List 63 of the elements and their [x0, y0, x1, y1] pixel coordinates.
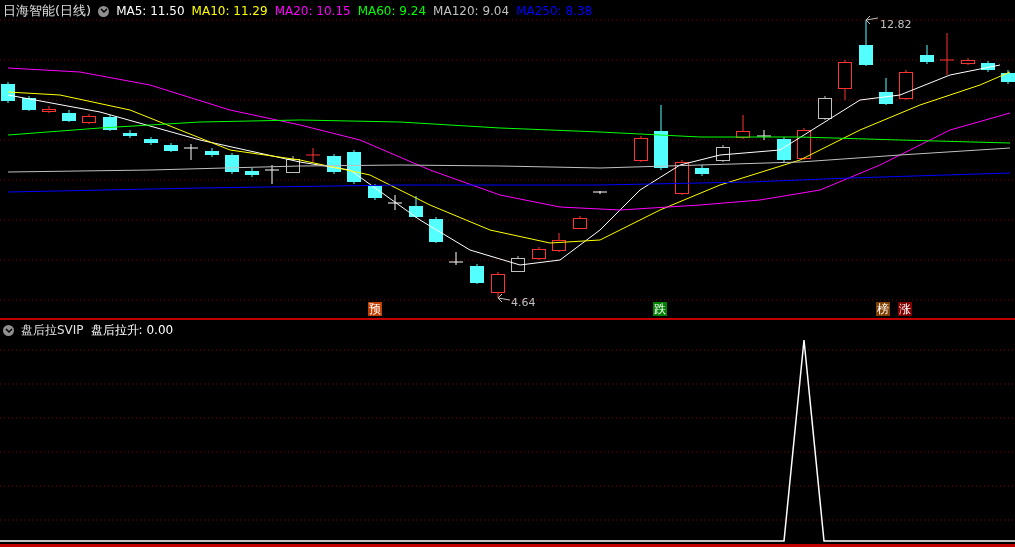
candlestick — [123, 129, 137, 139]
candlestick — [205, 147, 219, 158]
candlestick — [675, 159, 689, 196]
candlestick — [305, 147, 321, 163]
candlestick — [777, 136, 791, 163]
signal-tag: 榜 — [876, 302, 890, 316]
candlestick — [144, 136, 158, 146]
candlestick — [961, 57, 975, 66]
candlestick — [82, 113, 96, 125]
moving-average-value: MA250: 8.38 — [516, 4, 593, 18]
candlestick — [387, 194, 403, 211]
candlestick — [859, 19, 873, 67]
high-price-label: 12.82 — [880, 18, 912, 31]
candlestick — [920, 44, 934, 65]
candlestick — [183, 143, 199, 161]
candlestick — [429, 216, 443, 244]
moving-average-value: MA60: 9.24 — [357, 4, 427, 18]
candlestick — [552, 232, 566, 253]
signal-tag: 涨 — [898, 302, 912, 316]
candlestick — [797, 127, 811, 161]
candlestick — [448, 251, 464, 266]
candlestick — [899, 69, 913, 101]
signal-tag: 预 — [368, 302, 382, 316]
candlestick — [736, 114, 750, 140]
candlestick — [470, 263, 484, 285]
candlestick — [42, 105, 56, 114]
candlestick — [491, 271, 505, 299]
moving-average-value: MA10: 11.29 — [191, 4, 268, 18]
moving-average-value: MA120: 9.04 — [433, 4, 510, 18]
candlestick — [695, 164, 709, 177]
candlestick — [879, 77, 893, 106]
collapse-icon[interactable] — [3, 325, 14, 336]
indicator-name: 盘后拉SVIP — [21, 322, 84, 339]
candlestick — [347, 149, 361, 185]
candlestick — [939, 32, 955, 76]
candlestick — [245, 167, 259, 178]
candlestick — [573, 215, 587, 230]
candlestick — [592, 190, 608, 195]
moving-average-value: MA20: 10.15 — [274, 4, 351, 18]
collapse-icon[interactable] — [98, 5, 110, 17]
candlestick — [981, 60, 995, 73]
candlestick — [1001, 69, 1015, 85]
pointer-arrow — [865, 15, 879, 25]
low-price-label: 4.64 — [511, 296, 536, 309]
candlestick — [838, 59, 852, 101]
signal-tag: 跌 — [653, 302, 667, 316]
indicator-value: 盘后拉升: 0.00 — [90, 322, 174, 339]
stock-title: 日海智能(日线) — [3, 2, 92, 20]
candlestick — [1, 81, 15, 104]
pointer-arrow — [497, 293, 511, 303]
candlestick — [164, 142, 178, 153]
candlestick — [532, 246, 546, 261]
candlestick — [62, 109, 76, 123]
candlestick — [409, 195, 423, 219]
moving-average-value: MA5: 11.50 — [116, 4, 185, 18]
candlestick — [654, 104, 668, 171]
candlestick — [327, 153, 341, 175]
candlestick — [634, 135, 648, 163]
candlestick — [756, 129, 772, 141]
candlestick — [368, 183, 382, 201]
candlestick — [818, 95, 832, 121]
candlestick — [716, 144, 730, 163]
candlestick — [264, 164, 280, 185]
